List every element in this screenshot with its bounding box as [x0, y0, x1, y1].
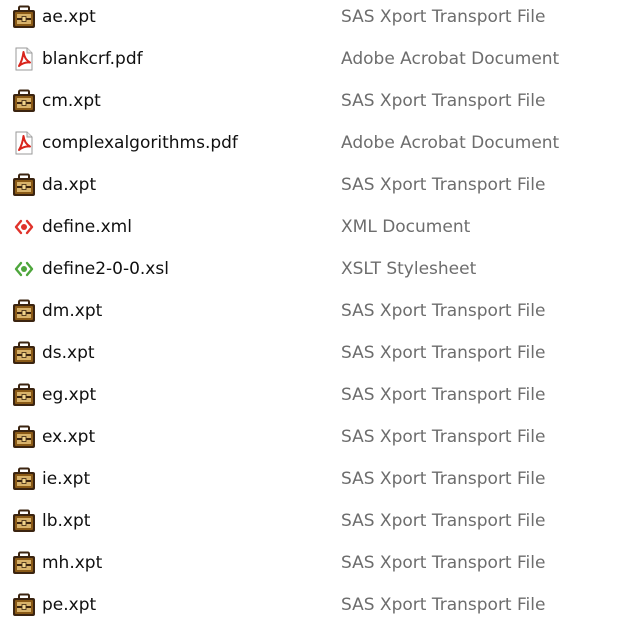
- file-type: SAS Xport Transport File: [341, 553, 546, 573]
- file-type: SAS Xport Transport File: [341, 7, 546, 27]
- file-row[interactable]: define2-0-0.xsl XSLT Stylesheet: [0, 252, 623, 288]
- file-name: eg.xpt: [42, 385, 97, 405]
- file-type: XML Document: [341, 217, 471, 237]
- file-name: blankcrf.pdf: [42, 49, 143, 69]
- file-name: define.xml: [42, 217, 132, 237]
- file-row[interactable]: lb.xpt SAS Xport Transport File: [0, 504, 623, 540]
- file-name: define2-0-0.xsl: [42, 259, 169, 279]
- sas-xpt-icon: [12, 551, 36, 575]
- file-row[interactable]: eg.xpt SAS Xport Transport File: [0, 378, 623, 414]
- file-type: Adobe Acrobat Document: [341, 133, 560, 153]
- file-row[interactable]: mh.xpt SAS Xport Transport File: [0, 546, 623, 582]
- file-type: SAS Xport Transport File: [341, 511, 546, 531]
- pdf-icon: [12, 47, 36, 71]
- file-type: SAS Xport Transport File: [341, 301, 546, 321]
- file-type: SAS Xport Transport File: [341, 595, 546, 615]
- sas-xpt-icon: [12, 89, 36, 113]
- sas-xpt-icon: [12, 5, 36, 29]
- file-row[interactable]: pe.xpt SAS Xport Transport File: [0, 588, 623, 624]
- file-row[interactable]: complexalgorithms.pdf Adobe Acrobat Docu…: [0, 126, 623, 162]
- file-name: ex.xpt: [42, 427, 96, 447]
- file-name: ds.xpt: [42, 343, 95, 363]
- sas-xpt-icon: [12, 467, 36, 491]
- file-row[interactable]: blankcrf.pdf Adobe Acrobat Document: [0, 42, 623, 78]
- file-row[interactable]: cm.xpt SAS Xport Transport File: [0, 84, 623, 120]
- sas-xpt-icon: [12, 341, 36, 365]
- file-name: complexalgorithms.pdf: [42, 133, 238, 153]
- file-list: ae.xpt SAS Xport Transport File blankcrf…: [0, 0, 623, 626]
- file-name: cm.xpt: [42, 91, 101, 111]
- sas-xpt-icon: [12, 173, 36, 197]
- file-name: ae.xpt: [42, 7, 96, 27]
- file-name: dm.xpt: [42, 301, 103, 321]
- sas-xpt-icon: [12, 509, 36, 533]
- file-type: SAS Xport Transport File: [341, 343, 546, 363]
- file-row[interactable]: ex.xpt SAS Xport Transport File: [0, 420, 623, 456]
- file-type: SAS Xport Transport File: [341, 385, 546, 405]
- file-row[interactable]: ae.xpt SAS Xport Transport File: [0, 0, 623, 36]
- sas-xpt-icon: [12, 383, 36, 407]
- file-name: mh.xpt: [42, 553, 103, 573]
- file-type: Adobe Acrobat Document: [341, 49, 560, 69]
- sas-xpt-icon: [12, 299, 36, 323]
- file-name: pe.xpt: [42, 595, 97, 615]
- file-name: da.xpt: [42, 175, 97, 195]
- file-type: SAS Xport Transport File: [341, 427, 546, 447]
- file-type: XSLT Stylesheet: [341, 259, 477, 279]
- file-row[interactable]: ie.xpt SAS Xport Transport File: [0, 462, 623, 498]
- file-type: SAS Xport Transport File: [341, 175, 546, 195]
- xml-icon: [12, 215, 36, 239]
- sas-xpt-icon: [12, 593, 36, 617]
- file-row[interactable]: da.xpt SAS Xport Transport File: [0, 168, 623, 204]
- file-name: lb.xpt: [42, 511, 91, 531]
- file-row[interactable]: ds.xpt SAS Xport Transport File: [0, 336, 623, 372]
- xslt-icon: [12, 257, 36, 281]
- file-row[interactable]: dm.xpt SAS Xport Transport File: [0, 294, 623, 330]
- sas-xpt-icon: [12, 425, 36, 449]
- file-name: ie.xpt: [42, 469, 91, 489]
- pdf-icon: [12, 131, 36, 155]
- file-row[interactable]: define.xml XML Document: [0, 210, 623, 246]
- file-type: SAS Xport Transport File: [341, 91, 546, 111]
- file-type: SAS Xport Transport File: [341, 469, 546, 489]
